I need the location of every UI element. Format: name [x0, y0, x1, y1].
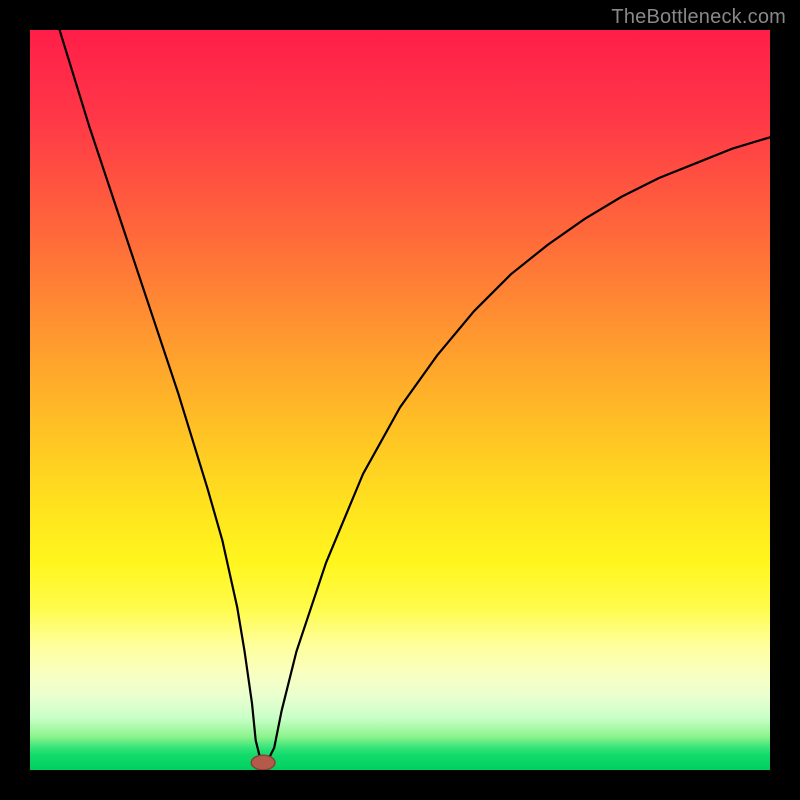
plot-area — [30, 30, 770, 770]
marker-layer — [30, 30, 770, 770]
minimum-marker — [251, 755, 275, 770]
chart-frame: TheBottleneck.com — [0, 0, 800, 800]
watermark-text: TheBottleneck.com — [611, 6, 786, 29]
